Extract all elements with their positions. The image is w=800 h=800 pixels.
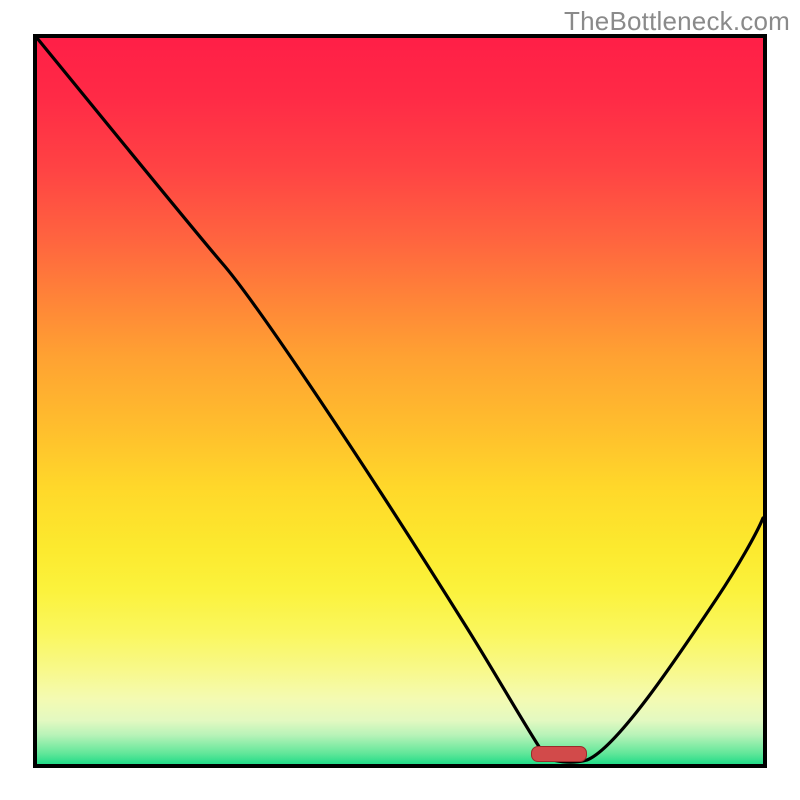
watermark-text: TheBottleneck.com [564,6,790,37]
curve-path [37,38,763,762]
optimal-marker [531,746,587,762]
chart-container: TheBottleneck.com [0,0,800,800]
plot-area [33,34,767,768]
bottleneck-curve [37,38,763,764]
